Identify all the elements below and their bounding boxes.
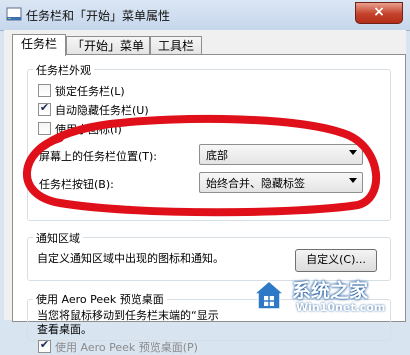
tab-taskbar-label: 任务栏	[20, 37, 57, 51]
lock-taskbar-label: 锁定任务栏(L)	[55, 85, 125, 98]
taskbar-buttons-value: 始终合并、隐藏标签	[206, 177, 305, 190]
tab-start-menu-label: 「开始」菜单	[71, 39, 144, 53]
close-button[interactable]: ×	[355, 2, 403, 24]
taskbar-location-select[interactable]: 底部	[199, 144, 363, 165]
house-logo-icon	[252, 280, 286, 310]
autohide-label: 自动隐藏任务栏(U)	[55, 104, 149, 117]
check-icon: ✔	[39, 101, 50, 114]
close-icon: ×	[373, 4, 385, 20]
autohide-checkbox[interactable]: ✔	[38, 101, 51, 116]
taskbar-location-label: 屏幕上的任务栏位置(T):	[39, 150, 158, 163]
customize-button-label: 自定义(C)...	[306, 253, 366, 266]
watermark: 系统之家 Win10net.com	[246, 270, 410, 320]
aero-peek-checkbox[interactable]: ✔	[38, 338, 51, 353]
small-icons-checkbox[interactable]	[38, 122, 51, 135]
watermark-url: Win10net.com	[296, 301, 386, 314]
taskbar-buttons-select[interactable]: 始终合并、隐藏标签	[199, 172, 363, 193]
tab-start-menu[interactable]: 「开始」菜单	[66, 36, 150, 55]
customize-button[interactable]: 自定义(C)...	[295, 249, 377, 272]
check-icon: ✔	[39, 338, 50, 351]
lock-taskbar-checkbox[interactable]	[38, 84, 51, 97]
taskbar-buttons-label: 任务栏按钮(B):	[39, 178, 114, 191]
tab-toolbars[interactable]: 工具栏	[150, 36, 202, 55]
aero-peek-group-label: 使用 Aero Peek 预览桌面	[33, 291, 167, 307]
chevron-down-icon	[349, 150, 357, 155]
title-bar: 任务栏和「开始」菜单属性 ×	[0, 0, 410, 31]
taskbar-location-value: 底部	[206, 149, 228, 162]
notification-group-label: 通知区域	[33, 230, 83, 246]
chevron-down-icon	[349, 178, 357, 183]
tab-toolbars-label: 工具栏	[157, 39, 194, 53]
aero-peek-description-line2: 查看桌面。	[37, 323, 92, 336]
small-icons-label: 使用小图标(I)	[55, 123, 122, 136]
notification-description: 自定义通知区域中出现的图标和通知。	[37, 252, 224, 265]
taskbar-properties-icon	[6, 7, 22, 21]
tab-taskbar[interactable]: 任务栏	[12, 34, 66, 56]
watermark-title: 系统之家	[292, 280, 369, 302]
window-title: 任务栏和「开始」菜单属性	[26, 9, 171, 23]
aero-peek-label: 使用 Aero Peek 预览桌面(P)	[55, 341, 198, 354]
appearance-group-label: 任务栏外观	[33, 62, 94, 78]
